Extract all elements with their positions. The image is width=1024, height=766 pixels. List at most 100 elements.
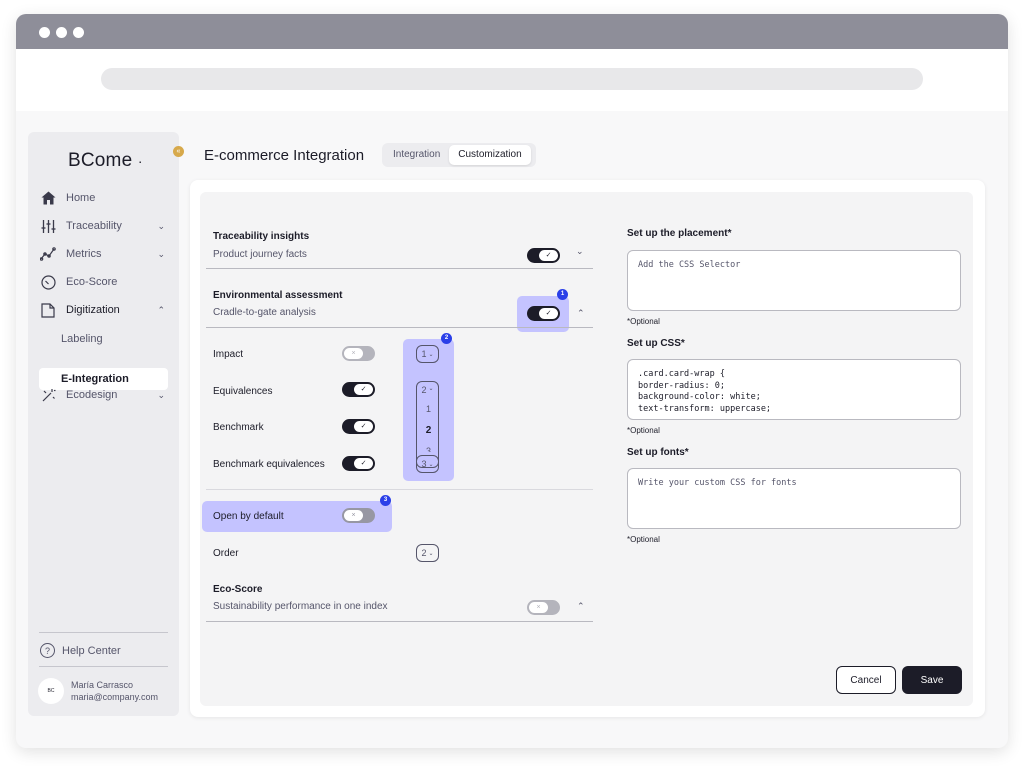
step-badge-2: 2 [441,333,452,344]
collapse-sidebar-button[interactable]: « [173,146,184,157]
sidebar-item-label: Home [66,192,96,204]
fonts-textarea[interactable]: Write your custom CSS for fonts [627,468,961,529]
check-icon: ✓ [354,421,373,432]
fonts-label: Set up fonts* [627,447,689,458]
chevron-up-icon[interactable]: ⌃ [577,308,585,319]
sidebar-divider [39,666,168,667]
tab-customization[interactable]: Customization [449,145,531,165]
impact-order-select[interactable]: 1 ⌄ [416,345,439,363]
check-icon: ✓ [354,384,373,395]
check-icon: ✓ [354,458,373,469]
document-icon [40,302,56,318]
sidebar-item-digitization[interactable]: Digitization ⌃ [40,299,167,321]
benchmark-equivalences-toggle[interactable]: ✓ [342,456,375,471]
sidebar-item-eco-score[interactable]: Eco-Score [40,271,167,293]
sliders-icon [40,218,56,234]
close-icon: × [529,602,548,613]
tab-group: Integration Customization [382,143,536,167]
step-badge-3: 3 [380,495,391,506]
chevron-down-icon: ⌄ [428,386,434,392]
open-by-default-toggle[interactable]: × [342,508,375,523]
section-divider [206,327,593,328]
gauge-icon [40,274,56,290]
chevron-down-icon: ⌄ [157,220,165,231]
address-bar-area [16,49,1008,111]
address-bar[interactable] [101,68,923,90]
avatar: BC [38,678,64,704]
check-icon: ✓ [539,308,558,319]
help-center-label: Help Center [62,644,121,657]
user-profile[interactable]: BC María Carrasco maria@company.com [38,678,158,704]
placement-optional-note: *Optional [627,317,660,326]
user-name: María Carrasco [71,680,134,690]
sidebar-item-traceability[interactable]: Traceability ⌄ [40,215,167,237]
environmental-title: Environmental assessment [213,290,343,301]
order-option[interactable]: 1 [417,404,440,414]
home-icon [40,190,56,206]
sidebar-subitem-labeling[interactable]: Labeling [39,328,168,350]
order-option[interactable]: 3 [417,446,440,452]
eco-score-subtitle: Sustainability performance in one index [213,601,388,612]
traceability-title: Traceability insights [213,231,310,242]
chevron-down-icon: ⌄ [428,550,434,557]
open-by-default-label: Open by default [213,511,284,522]
fonts-optional-note: *Optional [627,535,660,544]
traceability-toggle[interactable]: ✓ [527,248,560,263]
order-option[interactable]: 2 [417,425,440,436]
order-label: Order [213,548,239,559]
tab-integration[interactable]: Integration [384,145,449,165]
impact-label: Impact [213,349,244,360]
css-selector-input[interactable]: Add the CSS Selector [627,250,961,311]
chevron-down-icon: ⌄ [157,389,165,400]
traceability-subtitle: Product journey facts [213,249,307,260]
logo[interactable]: BCome · [68,150,143,172]
magic-wand-icon [40,387,56,403]
browser-titlebar [16,14,1008,49]
chevron-up-icon[interactable]: ⌃ [577,601,585,612]
impact-toggle[interactable]: × [342,346,375,361]
window-minimize-dot[interactable] [56,27,67,38]
sidebar-item-label: Ecodesign [66,389,118,401]
step-badge-1: 1 [557,289,568,300]
window-maximize-dot[interactable] [73,27,84,38]
css-optional-note: *Optional [627,426,660,435]
eco-score-toggle[interactable]: × [527,600,560,615]
eco-score-title: Eco-Score [213,584,263,595]
chevron-up-icon: ⌃ [157,304,165,315]
environmental-subtitle: Cradle-to-gate analysis [213,307,316,318]
sidebar-item-label: Eco-Score [66,276,118,288]
chevron-down-icon: ⌄ [428,461,434,468]
sidebar-divider [39,632,168,633]
equivalences-label: Equivalences [213,386,273,397]
sidebar-item-label: Metrics [66,248,102,260]
sidebar-item-label: Traceability [66,220,122,232]
help-center-link[interactable]: ? Help Center [40,643,121,658]
placement-label: Set up the placement* [627,228,732,239]
section-divider [206,621,593,622]
benchmark-equivalences-order-select[interactable]: 3 ⌄ [416,455,439,473]
save-button[interactable]: Save [902,666,962,694]
css-label: Set up CSS* [627,338,685,349]
benchmark-equivalences-label: Benchmark equivalences [213,459,325,470]
section-divider [206,268,593,269]
close-icon: × [344,348,363,359]
environmental-toggle[interactable]: ✓ [527,306,560,321]
cancel-button[interactable]: Cancel [836,666,896,694]
user-email: maria@company.com [71,692,158,702]
order-select[interactable]: 2 ⌄ [416,544,439,562]
sidebar-item-home[interactable]: Home [40,187,167,209]
benchmark-toggle[interactable]: ✓ [342,419,375,434]
equivalences-toggle[interactable]: ✓ [342,382,375,397]
sidebar-item-metrics[interactable]: Metrics ⌄ [40,243,167,265]
window-close-dot[interactable] [39,27,50,38]
sidebar-item-label: Digitization [66,304,120,316]
close-icon: × [344,510,363,521]
check-icon: ✓ [539,250,558,261]
help-icon: ? [40,643,55,658]
chevron-down-icon[interactable]: ⌄ [576,246,584,257]
chart-line-icon [40,246,56,262]
chevron-down-icon: ⌄ [157,248,165,259]
sidebar-item-ecodesign[interactable]: Ecodesign ⌄ [40,384,167,406]
section-divider [206,489,593,490]
css-textarea[interactable]: .card.card-wrap { border-radius: 0; back… [627,359,961,420]
